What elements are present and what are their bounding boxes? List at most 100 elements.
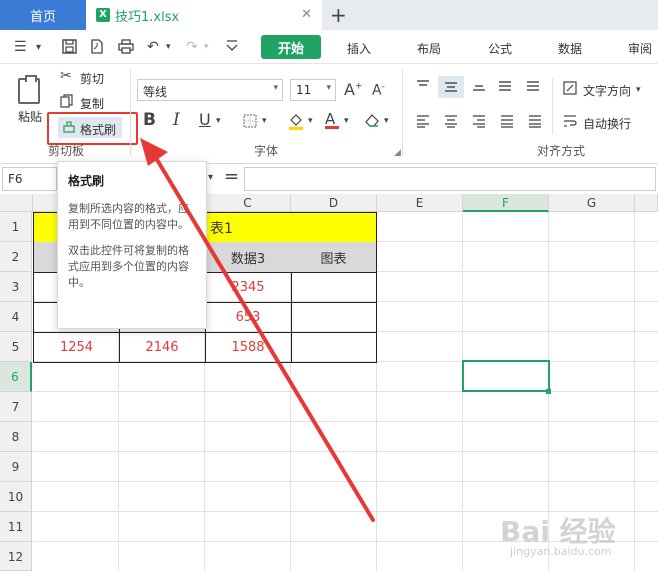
align-center-icon[interactable] [444, 114, 458, 131]
chevron-down-icon[interactable]: ▾ [36, 42, 41, 53]
font-size-select[interactable]: 11 ▾ [290, 79, 336, 101]
font-dialog-launcher-icon[interactable]: ◢ [394, 148, 401, 158]
column-header-c[interactable]: C [205, 194, 291, 212]
border-icon[interactable] [243, 114, 257, 131]
header-cell-c2[interactable]: 数据3 [205, 242, 292, 273]
clear-format-icon[interactable] [364, 112, 380, 131]
format-painter-callout-box [47, 112, 138, 145]
select-all-corner[interactable] [0, 194, 33, 212]
text-direction-button[interactable]: 文字方向 [583, 82, 631, 99]
tab-home[interactable]: 首页 [0, 0, 86, 30]
decrease-font-icon[interactable]: A- [372, 82, 385, 99]
redo-icon[interactable]: ↷ [186, 39, 198, 55]
wrap-text-button[interactable]: 自动换行 [583, 115, 631, 132]
cell-b5[interactable]: 2146 [119, 332, 206, 363]
row-header[interactable]: 10 [0, 482, 32, 512]
cell-a5[interactable]: 1254 [33, 332, 120, 363]
cell-d4[interactable] [291, 302, 377, 333]
chevron-down-icon[interactable]: ▾ [384, 116, 389, 126]
ribbon-separator [552, 78, 553, 134]
excel-file-icon: X [96, 8, 110, 22]
chevron-down-icon[interactable]: ▾ [262, 116, 267, 126]
bold-button[interactable]: B [143, 110, 156, 130]
formula-equals-icon[interactable]: = [224, 166, 239, 187]
font-name-select[interactable]: 等线 ▾ [137, 79, 283, 101]
align-bottom-icon[interactable] [472, 80, 486, 95]
column-header-e[interactable]: E [377, 194, 463, 212]
pdf-export-icon[interactable] [90, 39, 104, 58]
distributed-align-icon[interactable] [528, 114, 542, 131]
fill-handle[interactable] [546, 389, 551, 394]
chevron-down-icon[interactable]: ▾ [216, 116, 221, 126]
ribbon: 粘贴 ✂ 剪切 复制 格式刷 剪切板 等线 ▾ 11 ▾ A+ A- B I U… [0, 64, 658, 164]
row-header[interactable]: 12 [0, 542, 32, 571]
selected-cell-f6[interactable] [462, 360, 550, 392]
justify-icon[interactable] [500, 114, 514, 131]
cell-c4[interactable]: 653 [205, 302, 292, 333]
align-justify-bottom-icon[interactable] [526, 80, 540, 95]
scissors-icon: ✂ [60, 68, 72, 84]
tab-start[interactable]: 开始 [261, 35, 321, 59]
underline-button[interactable]: U [199, 110, 211, 129]
align-top-icon[interactable] [416, 80, 430, 95]
row-header[interactable]: 3 [0, 272, 32, 302]
row-header[interactable]: 7 [0, 392, 32, 422]
italic-button[interactable]: I [173, 110, 180, 130]
row-header[interactable]: 6 [0, 362, 32, 392]
save-icon[interactable] [62, 39, 77, 58]
cell-d3[interactable] [291, 272, 377, 303]
align-right-icon[interactable] [472, 114, 486, 131]
row-header[interactable]: 1 [0, 212, 32, 242]
close-tab-icon[interactable]: ✕ [301, 7, 312, 22]
fill-color-icon[interactable] [288, 112, 304, 133]
column-header-f[interactable]: F [463, 194, 549, 212]
paste-icon [18, 75, 40, 104]
print-icon[interactable] [118, 39, 134, 58]
chevron-down-icon[interactable]: ▾ [308, 116, 313, 126]
font-color-icon[interactable]: A [325, 110, 339, 129]
chevron-down-icon: ▾ [326, 83, 331, 93]
align-left-icon[interactable] [416, 114, 430, 131]
tab-review[interactable]: 审阅 [628, 40, 652, 57]
tab-formula[interactable]: 公式 [488, 40, 512, 57]
column-header-d[interactable]: D [291, 194, 377, 212]
font-group-label: 字体 [254, 144, 279, 158]
chevron-down-icon[interactable]: ▾ [208, 172, 213, 183]
tooltip-description: 复制所选内容的格式，应用到不同位置的内容中。 [68, 202, 189, 231]
copy-icon [60, 94, 74, 111]
cut-button[interactable]: 剪切 [80, 70, 104, 87]
column-header-h[interactable] [635, 194, 658, 212]
header-cell-d2[interactable]: 图表 [291, 242, 377, 273]
tab-layout[interactable]: 布局 [417, 40, 441, 57]
cell-c3[interactable]: 2345 [205, 272, 292, 303]
cell-d5[interactable] [291, 332, 377, 363]
undo-dropdown-icon[interactable]: ▾ [166, 42, 171, 52]
hamburger-menu-icon[interactable]: ☰ [14, 39, 27, 55]
chevron-down-icon[interactable]: ▾ [636, 85, 641, 95]
row-header[interactable]: 5 [0, 332, 32, 362]
tab-file[interactable]: X 技巧1.xlsx ✕ [86, 0, 322, 30]
redo-dropdown-icon[interactable]: ▾ [204, 42, 209, 52]
tab-insert[interactable]: 插入 [347, 40, 371, 57]
row-header[interactable]: 11 [0, 512, 32, 542]
chevron-down-icon[interactable]: ▾ [344, 116, 349, 126]
copy-button[interactable]: 复制 [80, 95, 104, 112]
add-tab-icon[interactable]: + [330, 3, 347, 27]
align-justify-top-icon[interactable] [498, 80, 512, 95]
column-header-g[interactable]: G [549, 194, 635, 212]
row-header[interactable]: 9 [0, 452, 32, 482]
wrap-text-icon [563, 114, 577, 131]
formula-input[interactable] [244, 167, 656, 191]
tooltip-title: 格式刷 [68, 174, 105, 188]
row-header[interactable]: 2 [0, 242, 32, 272]
row-header[interactable]: 8 [0, 422, 32, 452]
name-box[interactable]: F6 [2, 167, 57, 191]
cell-c5[interactable]: 1588 [205, 332, 292, 363]
undo-icon[interactable]: ↶ [147, 39, 159, 55]
row-header[interactable]: 4 [0, 302, 32, 332]
menu-row: ☰ ▾ ↶ ▾ ↷ ▾ 开始 插入 布局 公式 数据 审阅 [0, 30, 658, 64]
tab-data[interactable]: 数据 [558, 40, 582, 57]
align-middle-icon[interactable] [438, 76, 464, 98]
increase-font-icon[interactable]: A+ [344, 80, 363, 99]
customize-toolbar-icon[interactable] [226, 39, 238, 57]
